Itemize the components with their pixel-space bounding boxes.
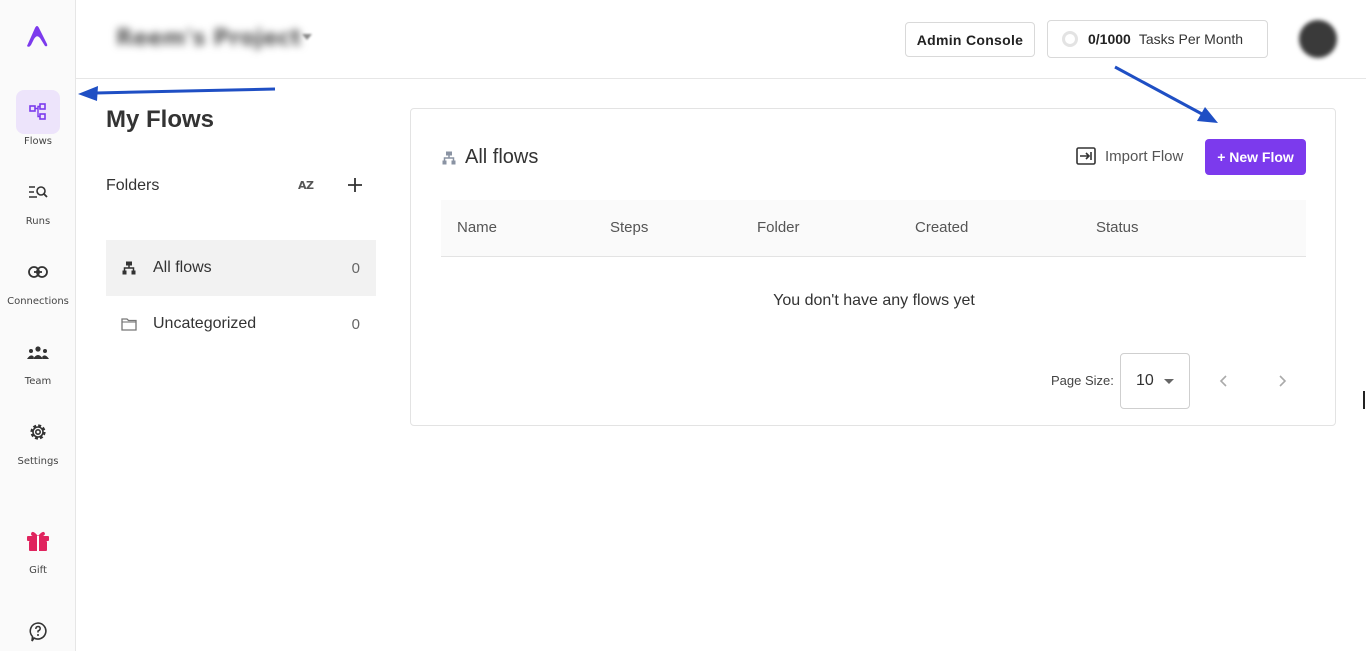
flow-tree-icon xyxy=(121,260,137,276)
admin-console-button[interactable]: Admin Console xyxy=(905,22,1035,57)
gear-icon xyxy=(16,410,60,454)
sort-icon-text: AZ xyxy=(298,179,314,192)
folder-icon xyxy=(121,316,137,332)
import-flow-button[interactable]: Import Flow xyxy=(1076,147,1183,165)
page-title: My Flows xyxy=(106,106,215,133)
page-size-label: Page Size: xyxy=(1051,373,1114,388)
folder-count: 0 xyxy=(351,259,360,277)
text-cursor xyxy=(1363,391,1365,409)
column-header-name[interactable]: Name xyxy=(457,219,497,236)
sidebar-item-label: Connections xyxy=(7,296,69,307)
top-bar: Reem's Project Admin Console 0/1000 Task… xyxy=(76,0,1366,79)
page-size-select[interactable]: 10 xyxy=(1120,353,1190,409)
sidebar-item-label: Team xyxy=(24,376,52,387)
folder-name: All flows xyxy=(153,259,212,276)
help-button[interactable] xyxy=(0,612,76,651)
sidebar-item-label: Settings xyxy=(17,456,59,467)
folder-item-uncategorized[interactable]: Uncategorized 0 xyxy=(106,296,376,352)
table-header: Name Steps Folder Created Status xyxy=(441,200,1306,257)
gift-icon xyxy=(16,519,60,563)
column-header-created[interactable]: Created xyxy=(915,219,968,236)
chevron-right-icon xyxy=(1279,375,1287,387)
card-title-text: All flows xyxy=(465,146,539,168)
chevron-down-icon xyxy=(1163,378,1174,384)
card-title: All flows xyxy=(441,146,538,169)
sidebar-item-flows[interactable]: Flows xyxy=(0,90,76,147)
sidebar: Flows Runs Connections Team Settings Gif… xyxy=(0,0,76,651)
usage-progress-icon xyxy=(1062,31,1078,47)
new-flow-button[interactable]: + New Flow xyxy=(1205,139,1306,175)
project-switcher[interactable]: Reem's Project xyxy=(116,26,301,51)
folder-item-all-flows[interactable]: All flows 0 xyxy=(106,240,376,296)
previous-page-button[interactable] xyxy=(1214,371,1234,391)
import-flow-label: Import Flow xyxy=(1105,147,1184,165)
page-size-value: 10 xyxy=(1136,372,1154,389)
sidebar-item-settings[interactable]: Settings xyxy=(0,410,76,467)
column-header-status[interactable]: Status xyxy=(1096,219,1139,236)
runs-icon xyxy=(16,170,60,214)
folders-heading: Folders xyxy=(106,177,160,194)
sidebar-item-label: Gift xyxy=(29,565,47,576)
flows-icon xyxy=(16,90,60,134)
tasks-label: Tasks Per Month xyxy=(1138,31,1244,47)
next-page-button[interactable] xyxy=(1272,371,1292,391)
folder-count: 0 xyxy=(351,315,360,333)
arrow-to-flows-icon xyxy=(78,86,276,101)
sidebar-item-label: Flows xyxy=(23,136,53,147)
sidebar-item-gift[interactable]: Gift xyxy=(0,519,76,576)
sidebar-item-runs[interactable]: Runs xyxy=(0,170,76,227)
team-icon xyxy=(16,330,60,374)
help-icon xyxy=(16,612,60,651)
column-header-folder[interactable]: Folder xyxy=(757,219,800,236)
tasks-usage-button[interactable]: 0/1000 Tasks Per Month xyxy=(1047,20,1268,58)
import-icon xyxy=(1076,147,1096,165)
folder-name: Uncategorized xyxy=(153,315,257,332)
sidebar-item-label: Runs xyxy=(25,216,51,227)
flows-card: All flows Import Flow + New Flow Name St… xyxy=(410,108,1336,426)
empty-state-message: You don't have any flows yet xyxy=(773,292,975,309)
sidebar-item-connections[interactable]: Connections xyxy=(0,250,76,307)
avatar[interactable] xyxy=(1299,20,1337,58)
sort-az-icon[interactable]: AZ xyxy=(298,176,318,196)
link-icon xyxy=(16,250,60,294)
tasks-count: 0/1000 xyxy=(1088,31,1131,47)
column-header-steps[interactable]: Steps xyxy=(610,219,648,236)
add-folder-icon[interactable] xyxy=(345,175,365,195)
sidebar-item-team[interactable]: Team xyxy=(0,330,76,387)
flow-tree-icon xyxy=(441,150,457,166)
app-logo-icon[interactable] xyxy=(24,24,50,48)
chevron-down-icon[interactable] xyxy=(302,34,312,40)
chevron-left-icon xyxy=(1219,375,1227,387)
